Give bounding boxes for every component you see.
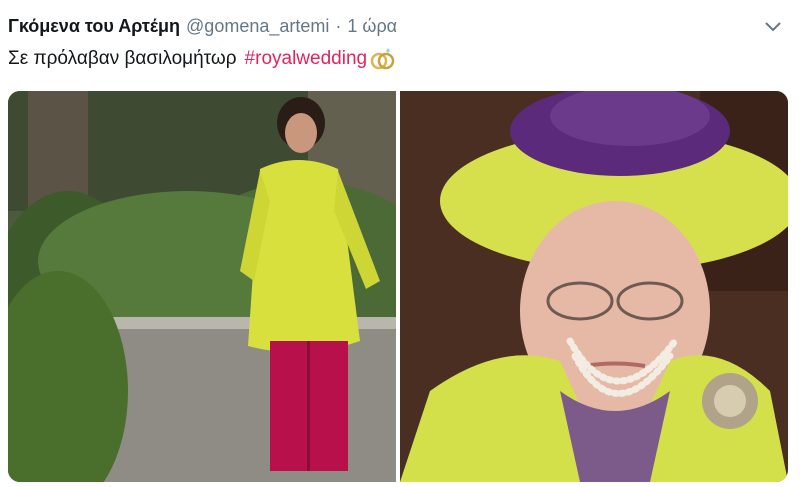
media-grid [8,91,788,482]
author-handle[interactable]: @gomena_artemi [186,16,329,37]
tweet-header: Γκόμενα του Αρτέμη @gomena_artemi · 1 ώρ… [8,16,397,38]
photo-left[interactable] [8,91,396,482]
tweet-timestamp[interactable]: 1 ώρα [347,16,397,37]
separator-dot: · [335,16,342,36]
author-name[interactable]: Γκόμενα του Αρτέμη [8,16,180,37]
tweet-text-body: Σε πρόλαβαν βασιλομήτωρ [8,48,237,69]
tweet-text: Σε πρόλαβαν βασιλομήτωρ #royalwedding [8,47,397,71]
rings-emoji-icon [369,47,397,71]
hashtag-link[interactable]: #royalwedding [245,48,368,70]
photo-right[interactable] [400,91,788,482]
tweet-card: Γκόμενα του Αρτέμη @gomena_artemi · 1 ώρ… [0,0,800,487]
chevron-down-icon[interactable] [764,20,782,34]
